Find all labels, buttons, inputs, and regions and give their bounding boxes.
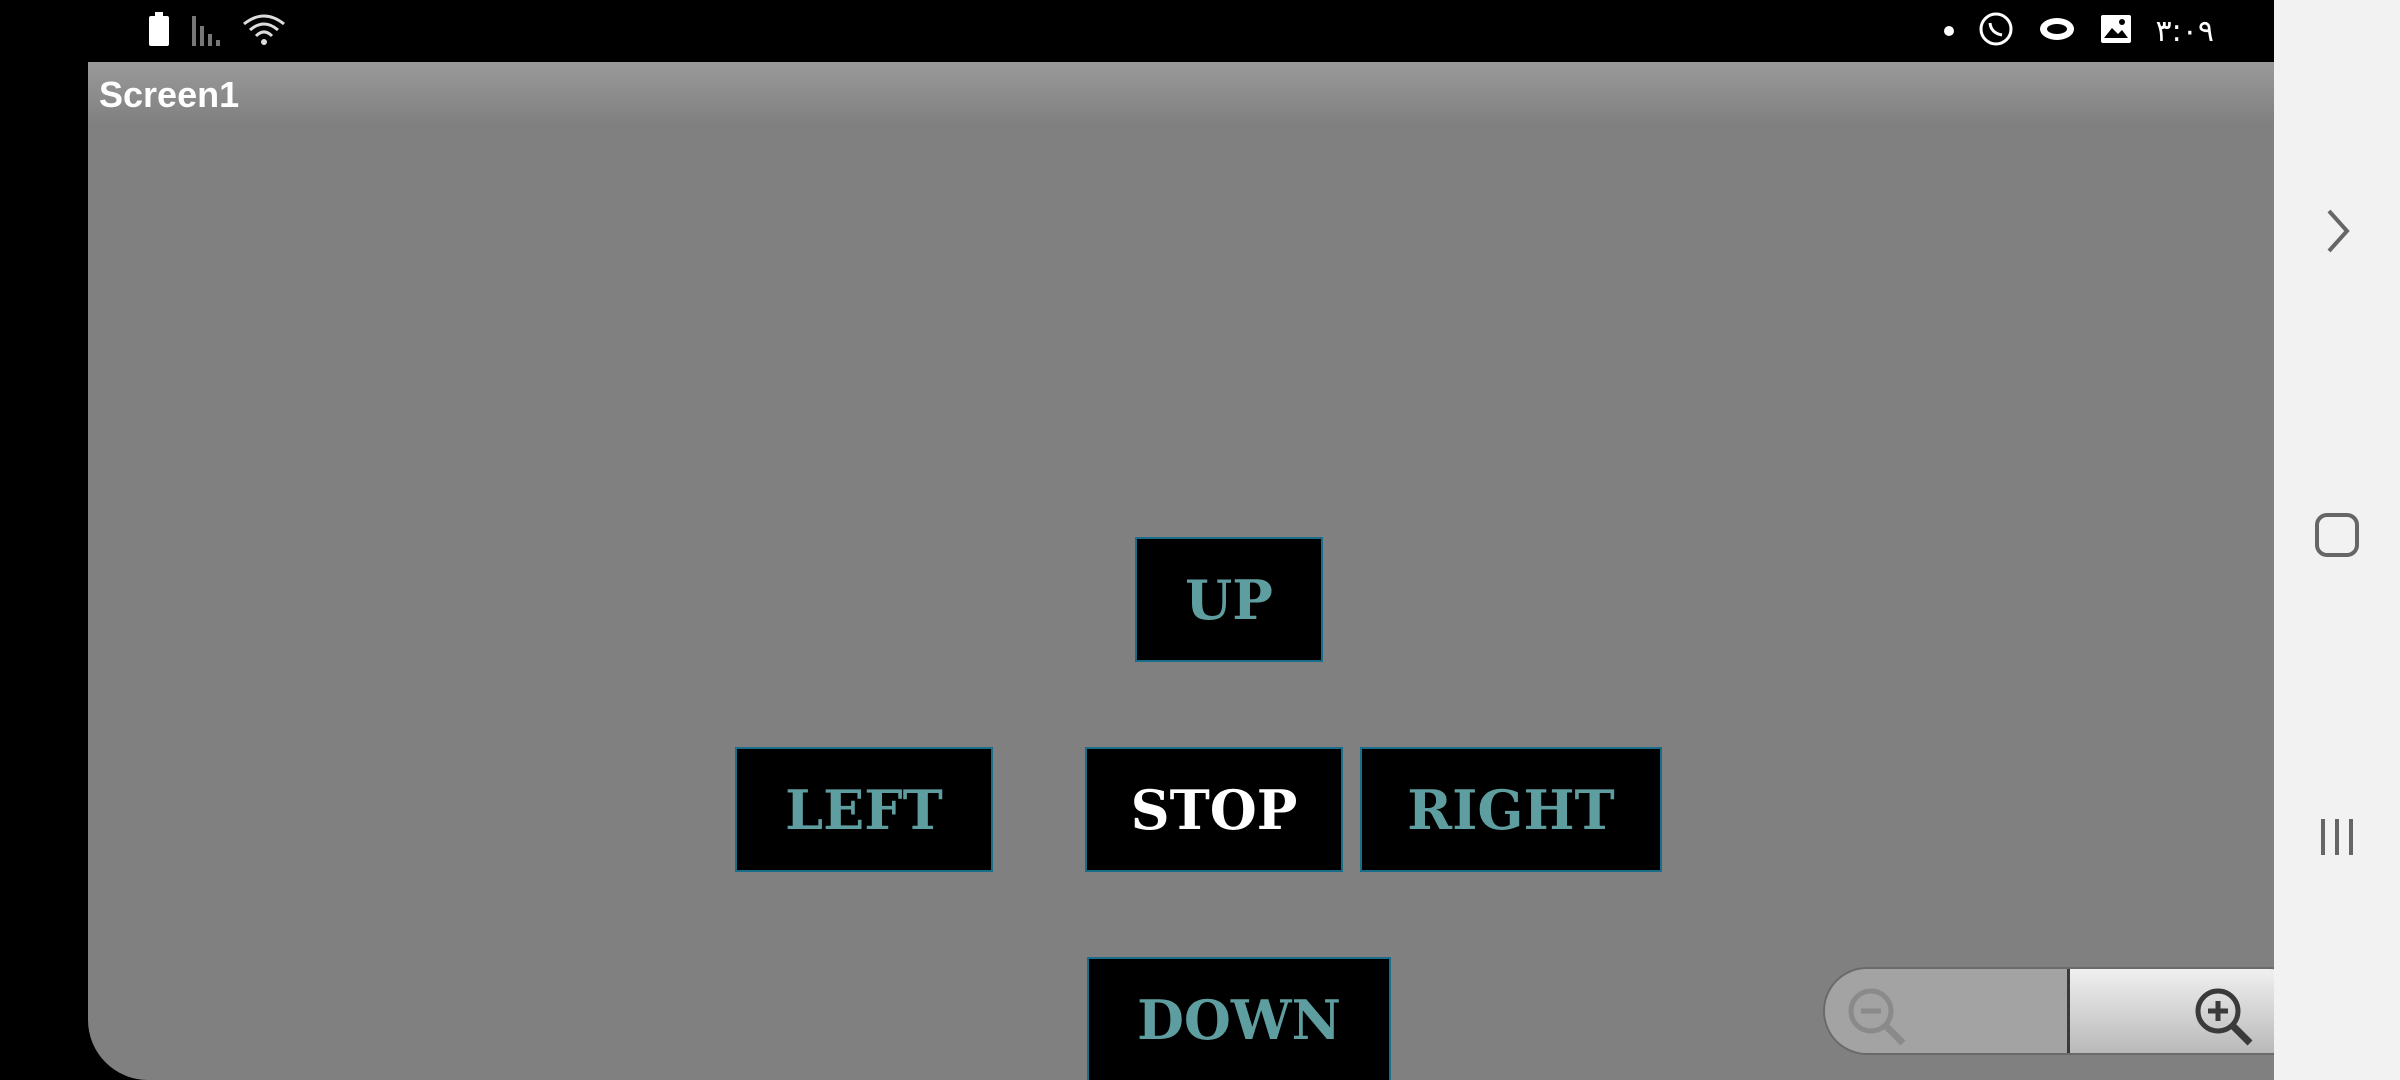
battery-icon (148, 11, 170, 51)
status-time: ٣:٠٩ (2155, 13, 2214, 49)
recents-button[interactable] (2302, 804, 2372, 874)
navigation-bar (2274, 0, 2400, 1080)
expand-button[interactable] (2302, 198, 2372, 268)
signal-icon (190, 12, 222, 51)
right-button[interactable]: RIGHT (1360, 747, 1662, 872)
stop-button[interactable]: STOP (1085, 747, 1343, 872)
recents-icon (2315, 815, 2359, 864)
zoom-in-button[interactable] (2069, 969, 2274, 1053)
status-left-icons (148, 11, 286, 51)
home-button[interactable] (2302, 502, 2372, 572)
wifi-icon (242, 12, 286, 51)
left-button[interactable]: LEFT (735, 747, 993, 872)
status-bar: ٣:٠٩ (0, 0, 2274, 62)
zoom-out-button[interactable] (1825, 969, 2070, 1053)
gallery-icon (2100, 14, 2132, 49)
whatsapp-icon (1978, 11, 2014, 52)
screen-title: Screen1 (99, 74, 240, 115)
title-bar: Screen1 (88, 62, 2274, 124)
down-button[interactable]: DOWN (1087, 957, 1391, 1080)
app-screen: Screen1 UP LEFT STOP RIGHT DOWN (88, 62, 2274, 1080)
app-notification-icon (2038, 14, 2076, 49)
status-right-icons: ٣:٠٩ (1943, 11, 2214, 52)
zoom-control (1823, 967, 2274, 1055)
zoom-in-icon (2190, 983, 2254, 1047)
up-button[interactable]: UP (1135, 537, 1323, 662)
zoom-out-icon (1843, 983, 1907, 1047)
home-icon (2313, 511, 2361, 564)
chevron-right-icon (2317, 206, 2357, 261)
notification-dot-icon (1943, 26, 1954, 36)
